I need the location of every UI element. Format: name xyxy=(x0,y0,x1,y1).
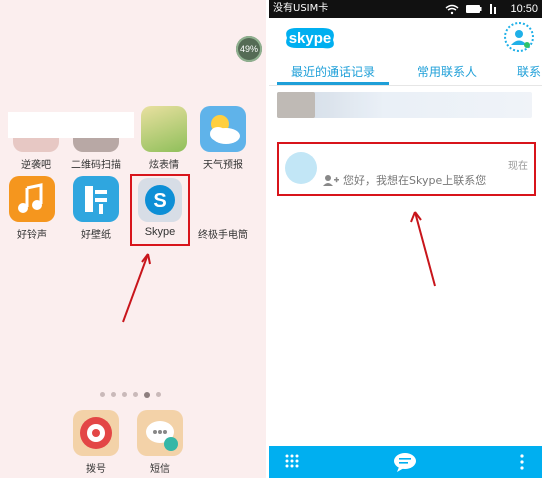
page-dot[interactable] xyxy=(111,392,116,397)
home-screen: 49% 逆袭吧 二维码扫描 炫表情 天气预报 好铃声 好壁纸 S Skype 终… xyxy=(0,0,266,478)
app-label: 好铃声 xyxy=(17,230,47,241)
page-indicator xyxy=(100,391,170,400)
carrier-text: 没有USIM卡 xyxy=(273,3,329,14)
profile-avatar[interactable] xyxy=(504,22,534,52)
app-label: 逆袭吧 xyxy=(21,160,51,171)
contact-avatar xyxy=(285,152,317,184)
arrow-annotation xyxy=(122,253,151,323)
app-ringtone[interactable]: 好铃声 xyxy=(2,176,62,241)
ringtone-icon xyxy=(9,176,55,222)
app-label: 天气预报 xyxy=(203,160,243,171)
app-emoji[interactable]: 炫表情 xyxy=(134,106,194,171)
dock-sms[interactable]: 短信 xyxy=(130,410,190,475)
app-label: 短信 xyxy=(150,464,170,475)
highlight-box-skype xyxy=(130,174,190,246)
conversation-item[interactable]: 现在 您好，我想在Skype上联系您 xyxy=(277,142,536,196)
phone-dial-icon xyxy=(73,410,119,456)
dialpad-icon[interactable] xyxy=(285,454,299,470)
tab-favorites[interactable]: 常用联系人 xyxy=(417,63,477,80)
more-options-icon[interactable] xyxy=(520,454,524,470)
page-dot[interactable] xyxy=(100,392,105,397)
app-label: 好壁纸 xyxy=(81,230,111,241)
arrow-annotation xyxy=(410,211,436,287)
app-label: 终极手电筒 xyxy=(198,230,248,241)
active-tab-indicator xyxy=(277,82,389,85)
app-weather[interactable]: 天气预报 xyxy=(193,106,253,171)
sms-icon xyxy=(137,410,183,456)
conversation-message: 您好，我想在Skype上联系您 xyxy=(343,174,487,187)
app-label: 二维码扫描 xyxy=(71,160,121,171)
occluding-overlay xyxy=(8,112,134,138)
status-bar: 没有USIM卡 10:50 xyxy=(269,0,542,18)
page-dot[interactable] xyxy=(156,392,161,397)
flashlight-icon xyxy=(200,176,246,222)
app-wallpaper[interactable]: 好壁纸 xyxy=(66,176,126,241)
battery-badge[interactable]: 49% xyxy=(236,36,262,62)
clock: 10:50 xyxy=(510,3,538,15)
tab-recent-calls[interactable]: 最近的通话记录 xyxy=(291,63,375,80)
weather-icon xyxy=(200,106,246,152)
skype-screen: 没有USIM卡 10:50 skype 最近的通话记录 常用联系人 联系 现在 … xyxy=(269,0,542,478)
status-icons xyxy=(445,4,496,15)
skype-logo-text: skype xyxy=(289,30,332,47)
tab-bar: 最近的通话记录 常用联系人 联系 xyxy=(269,58,542,86)
blurred-avatar xyxy=(277,92,315,118)
skype-logo-icon: skype xyxy=(286,28,334,49)
emoji-icon xyxy=(141,106,187,152)
page-dot[interactable] xyxy=(133,392,138,397)
page-dot-active[interactable] xyxy=(144,391,150,398)
bottom-bar xyxy=(269,446,542,478)
dock-phone[interactable]: 拨号 xyxy=(66,410,126,475)
wallpaper-icon xyxy=(73,176,119,222)
page-dot[interactable] xyxy=(122,392,127,397)
chat-icon[interactable] xyxy=(393,452,417,472)
blurred-list-item[interactable] xyxy=(277,92,532,118)
app-flashlight[interactable]: 终极手电筒 xyxy=(193,176,253,241)
app-label: 炫表情 xyxy=(149,160,179,171)
app-bar: skype xyxy=(269,18,542,58)
app-label: 拨号 xyxy=(86,464,106,475)
add-contact-icon xyxy=(323,175,339,186)
tab-contacts[interactable]: 联系 xyxy=(517,63,541,80)
conversation-time: 现在 xyxy=(508,161,528,172)
